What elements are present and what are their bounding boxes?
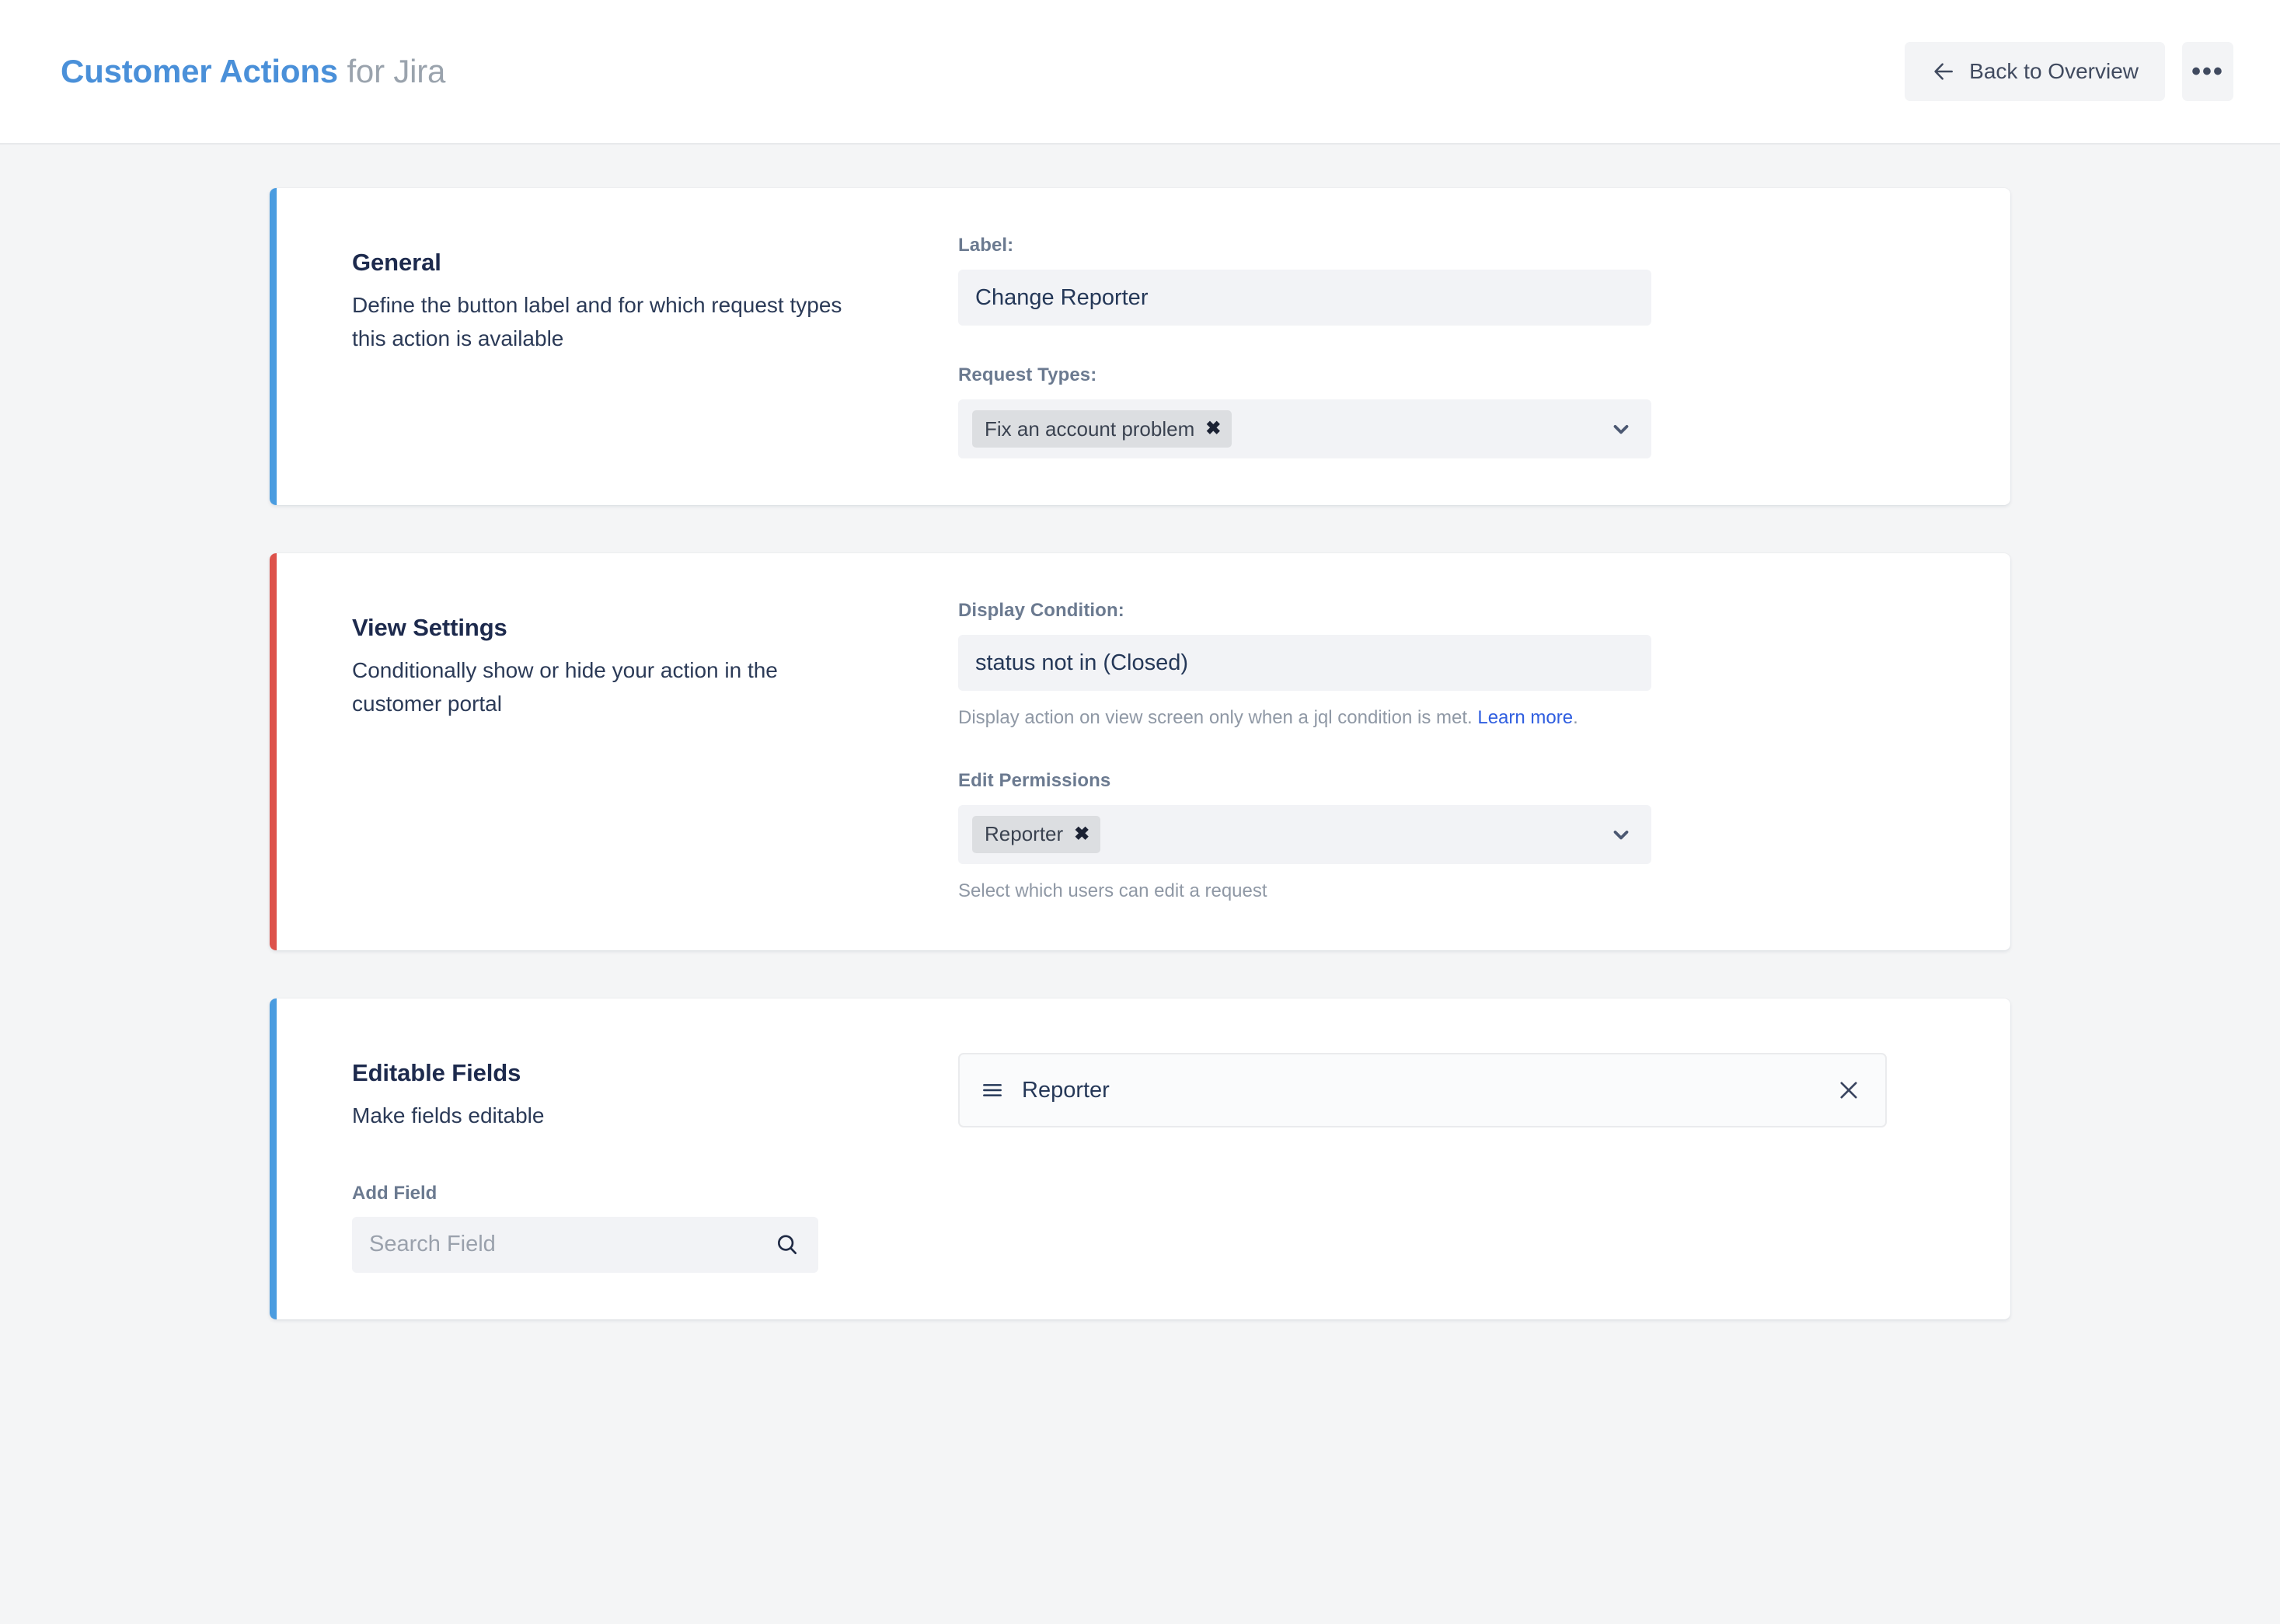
- view-settings-card-description: Conditionally show or hide your action i…: [352, 658, 778, 716]
- editable-fields-card: Editable Fields Make fields editable Add…: [270, 998, 2010, 1319]
- editable-fields-card-info: Editable Fields Make fields editable Add…: [313, 1045, 927, 1273]
- chip-remove-icon[interactable]: ✖: [1074, 824, 1089, 844]
- add-field-label: Add Field: [352, 1182, 438, 1204]
- form-spacer: [958, 326, 1967, 364]
- edit-permission-chip[interactable]: Reporter ✖: [972, 815, 1101, 853]
- search-field-input[interactable]: Search Field: [352, 1216, 818, 1273]
- request-types-field-group: Request Types: Fix an account problem ✖: [958, 364, 1967, 458]
- general-card-info: General Define the button label and for …: [313, 235, 927, 458]
- app-title: Customer Actions for Jira: [61, 53, 445, 90]
- add-field-group: Add Field Search Field: [352, 1183, 927, 1273]
- chevron-down-icon[interactable]: [1609, 417, 1633, 441]
- edit-permissions-group: Edit Permissions Reporter ✖ Select which…: [958, 770, 1967, 904]
- header-actions: Back to Overview •••: [1905, 42, 2233, 101]
- display-condition-helper-suffix: .: [1573, 707, 1578, 728]
- display-condition-input[interactable]: status not in (Closed): [958, 635, 1651, 691]
- app-title-soft: for Jira: [337, 53, 446, 89]
- close-icon[interactable]: [1836, 1077, 1862, 1103]
- more-options-button[interactable]: •••: [2182, 42, 2233, 101]
- app-header: Customer Actions for Jira Back to Overvi…: [0, 0, 2280, 145]
- editable-fields-card-title: Editable Fields: [352, 1059, 521, 1087]
- search-icon[interactable]: [775, 1232, 800, 1257]
- display-condition-helper: Display action on view screen only when …: [958, 705, 1967, 731]
- back-to-overview-button[interactable]: Back to Overview: [1905, 42, 2165, 101]
- general-card: General Define the button label and for …: [270, 188, 2010, 505]
- editable-field-row[interactable]: Reporter: [958, 1053, 1887, 1128]
- page-content: General Define the button label and for …: [0, 145, 2280, 1319]
- arrow-left-icon: [1931, 59, 1956, 84]
- chevron-down-icon[interactable]: [1609, 823, 1633, 846]
- general-card-title: General: [352, 249, 441, 276]
- edit-permissions-select[interactable]: Reporter ✖: [958, 804, 1651, 864]
- editable-fields-list: Reporter: [927, 1045, 1967, 1273]
- edit-permission-chip-label: Reporter: [985, 822, 1064, 846]
- search-field-placeholder: Search Field: [369, 1232, 496, 1257]
- label-field-group: Label: Change Reporter: [958, 235, 1967, 326]
- form-spacer: [958, 731, 1967, 770]
- editable-fields-card-description: Make fields editable: [352, 1103, 545, 1128]
- ellipsis-icon: •••: [2191, 56, 2224, 86]
- general-card-form: Label: Change Reporter Request Types: Fi…: [927, 235, 1967, 458]
- drag-handle-icon[interactable]: [980, 1078, 1005, 1103]
- view-settings-card: View Settings Conditionally show or hide…: [270, 553, 2010, 951]
- learn-more-link[interactable]: Learn more: [1477, 707, 1573, 728]
- edit-permissions-label: Edit Permissions: [958, 769, 1111, 791]
- request-type-chip-label: Fix an account problem: [985, 416, 1195, 441]
- display-condition-helper-prefix: Display action on view screen only when …: [958, 707, 1478, 728]
- back-to-overview-label: Back to Overview: [1969, 59, 2139, 83]
- view-settings-card-form: Display Condition: status not in (Closed…: [927, 600, 1967, 904]
- edit-permissions-values: Reporter ✖: [972, 815, 1609, 853]
- label-input[interactable]: Change Reporter: [958, 270, 1651, 326]
- display-condition-label: Display Condition:: [958, 600, 1124, 621]
- display-condition-group: Display Condition: status not in (Closed…: [958, 600, 1967, 731]
- general-card-description: Define the button label and for which re…: [352, 293, 842, 350]
- view-settings-card-title: View Settings: [352, 614, 507, 641]
- app-title-strong: Customer Actions: [61, 53, 338, 89]
- request-types-select[interactable]: Fix an account problem ✖: [958, 399, 1651, 458]
- request-types-label: Request Types:: [958, 364, 1097, 385]
- label-field-label: Label:: [958, 235, 1014, 256]
- request-type-chip[interactable]: Fix an account problem ✖: [972, 410, 1232, 448]
- editable-field-label: Reporter: [1022, 1077, 1110, 1103]
- chip-remove-icon[interactable]: ✖: [1205, 420, 1221, 438]
- request-types-values: Fix an account problem ✖: [972, 410, 1609, 448]
- view-settings-card-info: View Settings Conditionally show or hide…: [313, 600, 927, 904]
- edit-permissions-helper: Select which users can edit a request: [958, 880, 1267, 901]
